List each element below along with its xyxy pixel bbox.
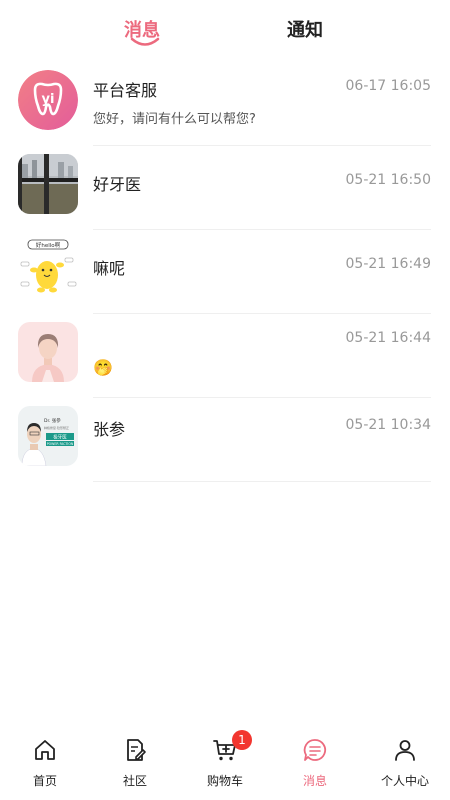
avatar-doctor-photo: Dr. 张参 种植修复·隐形矫正 极牙医 POWER FACTION (18, 406, 78, 466)
conversation-time: 05-21 16:49 (345, 256, 431, 272)
active-tab-indicator (130, 37, 160, 46)
conversation-item[interactable]: 好牙医 05-21 16:50 (0, 146, 450, 230)
nav-label: 个人中心 (380, 774, 429, 788)
conversation-name: 好牙医 (93, 175, 142, 194)
nav-item-home[interactable]: 首页 (0, 734, 90, 796)
conversation-name: 平台客服 (93, 81, 158, 100)
conversation-preview-emoji: 🤭 (93, 358, 113, 377)
conversation-name: 张参 (93, 420, 126, 439)
divider (93, 481, 431, 482)
conversation-item[interactable]: yi 平台客服 06-17 16:05 您好，请问有什么可以帮您? (0, 62, 450, 146)
doctor-badge-text: 极牙医 (53, 434, 67, 441)
home-icon (35, 740, 55, 760)
conversation-list: yi 平台客服 06-17 16:05 您好，请问有什么可以帮您? 好牙医 05… (0, 62, 450, 482)
nav-label: 首页 (32, 774, 57, 788)
conversation-item[interactable]: 05-21 16:44 🤭 (0, 314, 450, 398)
logo-text: yi (42, 92, 55, 107)
bottom-nav: 首页 社区 1 购物车 消息 个人中心 (0, 730, 450, 800)
doctor-subtitle-text: 种植修复·隐形矫正 (44, 425, 69, 430)
conversation-item[interactable]: Dr. 张参 种植修复·隐形矫正 极牙医 POWER FACTION 张参 05… (0, 398, 450, 482)
conversation-time: 05-21 10:34 (345, 417, 431, 433)
cart-badge: 1 (232, 730, 252, 750)
conversation-name: 嘛呢 (93, 259, 126, 278)
doctor-name-text: Dr. 张参 (44, 417, 61, 424)
community-edit-icon (127, 739, 146, 761)
avatar-default-person (18, 322, 78, 382)
avatar-landscape-photo (18, 154, 78, 214)
nav-item-community[interactable]: 社区 (90, 734, 180, 796)
conversation-time: 05-21 16:44 (345, 330, 431, 346)
tab-notifications[interactable]: 通知 (287, 16, 323, 42)
nav-label: 社区 (122, 774, 147, 788)
conversation-preview: 您好，请问有什么可以帮您? (93, 112, 256, 127)
person-icon (395, 740, 415, 761)
conversation-item[interactable]: 好hello啊 嘛呢 05-21 16:49 (0, 230, 450, 314)
sticker-text: 好hello啊 (36, 241, 61, 249)
tooth-logo-icon: yi (18, 70, 78, 130)
avatar-cartoon-sticker: 好hello啊 (18, 238, 78, 298)
nav-item-profile[interactable]: 个人中心 (360, 734, 450, 796)
message-icon (303, 739, 327, 761)
conversation-time: 05-21 16:50 (345, 172, 431, 188)
nav-label: 消息 (302, 774, 327, 788)
top-tab-bar: 消息 通知 (0, 0, 450, 62)
nav-label: 购物车 (206, 774, 243, 788)
doctor-badge-en-text: POWER FACTION (47, 442, 74, 446)
nav-item-cart[interactable]: 1 购物车 (180, 730, 270, 796)
conversation-time: 06-17 16:05 (345, 78, 431, 94)
avatar-platform-service: yi (18, 70, 78, 130)
nav-item-messages[interactable]: 消息 (270, 734, 360, 796)
